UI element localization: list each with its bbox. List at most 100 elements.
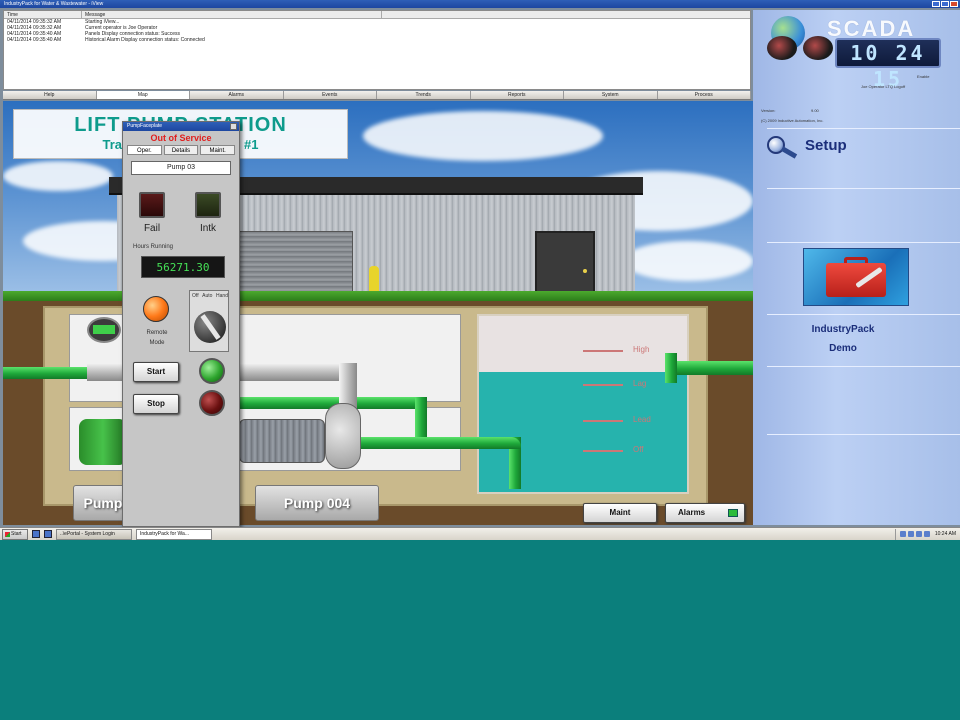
tray-volume-icon[interactable] <box>907 531 914 537</box>
tab-alarms[interactable]: Alarms <box>190 91 284 99</box>
level-label-high: High <box>633 345 650 354</box>
level-label-lag: Lag <box>633 379 647 388</box>
hours-running-label: Hours Running <box>133 244 174 250</box>
log-row[interactable]: 04/11/2014 09:35:40 AM Historical Alarm … <box>4 37 750 43</box>
level-line-high <box>583 350 623 352</box>
minimize-icon[interactable] <box>932 1 940 7</box>
binoculars-icon <box>767 36 835 60</box>
log-col-time[interactable]: Time <box>4 11 82 18</box>
enable-text[interactable]: Enable <box>917 74 929 79</box>
binocular-lens-left <box>767 36 797 60</box>
quicklaunch-browser-icon[interactable] <box>44 530 52 538</box>
copyright-text: (C) 2009 Inductive Automation, Inc. <box>761 118 824 123</box>
industrypack-demo-link[interactable]: IndustryPack Demo <box>753 320 933 358</box>
remote-label-line2: Mode <box>149 340 165 346</box>
faceplate-tab-oper[interactable]: Oper. <box>127 145 162 155</box>
selector-label-hand: Hand <box>216 293 228 299</box>
faceplate-status: Out of Service <box>150 133 212 143</box>
pump-004-button[interactable]: Pump 004 <box>255 485 379 521</box>
panel-divider <box>767 188 960 189</box>
taskbar-task-industrypack[interactable]: IndustryPack for Wa... <box>136 528 212 540</box>
faceplate-tabs: Oper. Details Maint. <box>123 143 239 157</box>
tab-system[interactable]: System <box>564 91 658 99</box>
selector-labels: Off Auto Hand <box>192 293 228 299</box>
log-col-message[interactable]: Message <box>82 11 382 18</box>
selector-knob[interactable] <box>194 311 226 343</box>
tab-process[interactable]: Process <box>657 91 751 99</box>
version-label: Version: <box>761 108 776 113</box>
hand-off-auto-selector[interactable]: Off Auto Hand <box>189 290 229 352</box>
taskbar: Start ..\ePortal - System Login Industry… <box>0 527 960 540</box>
tab-map[interactable]: Map <box>96 91 190 99</box>
selector-label-auto: Auto <box>202 293 213 299</box>
pump-motor-green[interactable] <box>79 419 127 465</box>
stopped-lamp <box>199 390 225 416</box>
setup-label: Setup <box>805 137 847 154</box>
faceplate-titlebar[interactable]: PumpFaceplate <box>123 122 239 131</box>
start-button[interactable]: Start <box>2 528 28 540</box>
binocular-lens-right <box>803 36 833 60</box>
pump-faceplate-popup: PumpFaceplate Out of Service Oper. Detai… <box>122 121 240 527</box>
level-label-lead: Lead <box>633 415 651 424</box>
window-titlebar[interactable]: IndustryPack for Water & Wastewater - iV… <box>0 0 960 8</box>
inlet-flange <box>665 353 677 383</box>
industrypack-label: IndustryPack <box>811 324 875 335</box>
flow-meter[interactable] <box>83 317 125 357</box>
magnifier-handle <box>780 146 798 159</box>
setup-button[interactable]: Setup <box>767 134 897 162</box>
faceplate-tab-details[interactable]: Details <box>163 145 199 155</box>
window-controls <box>932 1 958 7</box>
toolbox-icon[interactable] <box>803 248 909 306</box>
intake-label: Intk <box>199 223 217 234</box>
pump-motor[interactable] <box>239 419 325 463</box>
remote-label-line1: Remote <box>146 330 168 336</box>
faceplate-title: PumpFaceplate <box>127 123 163 129</box>
tab-events[interactable]: Events <box>283 91 377 99</box>
stop-button[interactable]: Stop <box>133 394 179 414</box>
tray-network-icon[interactable] <box>899 531 906 537</box>
faceplate-pump-name: Pump 03 <box>131 161 231 175</box>
selector-label-off: Off <box>192 293 199 299</box>
running-lamp <box>199 358 225 384</box>
intake-lamp <box>195 192 221 218</box>
tray-security-icon[interactable] <box>915 531 922 537</box>
tray-clock[interactable]: 10:24 AM <box>935 531 956 537</box>
fail-label: Fail <box>143 223 161 234</box>
tab-reports[interactable]: Reports <box>470 91 564 99</box>
system-tray: 10:24 AM <box>894 528 960 540</box>
start-button[interactable]: Start <box>133 362 179 382</box>
pump-volute[interactable] <box>325 403 361 469</box>
panel-divider <box>767 314 960 315</box>
close-icon[interactable] <box>950 1 958 7</box>
suction-elbow <box>489 437 521 449</box>
suction-pipe <box>361 437 501 449</box>
setup-icon <box>767 136 798 160</box>
close-icon[interactable] <box>230 123 237 130</box>
inlet-pipe <box>665 361 753 375</box>
cloud <box>363 111 603 161</box>
digital-clock: 10 24 15 <box>835 38 941 91</box>
alarm-status-indicator <box>728 509 738 517</box>
faceplate-tab-maint[interactable]: Maint. <box>200 145 236 155</box>
remote-mode-label: Remote Mode <box>135 328 179 348</box>
alarms-button[interactable]: Alarms <box>665 503 745 523</box>
taskbar-task-eportal[interactable]: ..\ePortal - System Login <box>56 528 132 540</box>
tray-update-icon[interactable] <box>923 531 930 537</box>
remote-mode-lamp <box>143 296 169 322</box>
nav-tabs: Help Map Alarms Events Trends Reports Sy… <box>3 91 751 100</box>
level-line-lag <box>583 384 623 386</box>
tab-help[interactable]: Help <box>3 91 97 99</box>
pump-station-scene: LIFT PUMP STATION Trabuco Pump Station #… <box>3 101 753 525</box>
quicklaunch-desktop-icon[interactable] <box>32 530 40 538</box>
level-line-off <box>583 450 623 452</box>
hours-running-value: 56271.30 <box>141 256 225 278</box>
maint-button[interactable]: Maint <box>583 503 657 523</box>
fail-lamp <box>139 192 165 218</box>
log-time: 04/11/2014 09:35:40 AM <box>7 37 62 43</box>
tab-trends[interactable]: Trends <box>377 91 471 99</box>
flow-meter-display <box>93 325 115 334</box>
window-title: IndustryPack for Water & Wastewater - iV… <box>4 1 104 7</box>
grass <box>3 291 753 301</box>
maximize-icon[interactable] <box>941 1 949 7</box>
operator-text[interactable]: Joe Operator LTQ Logoff <box>861 84 905 89</box>
